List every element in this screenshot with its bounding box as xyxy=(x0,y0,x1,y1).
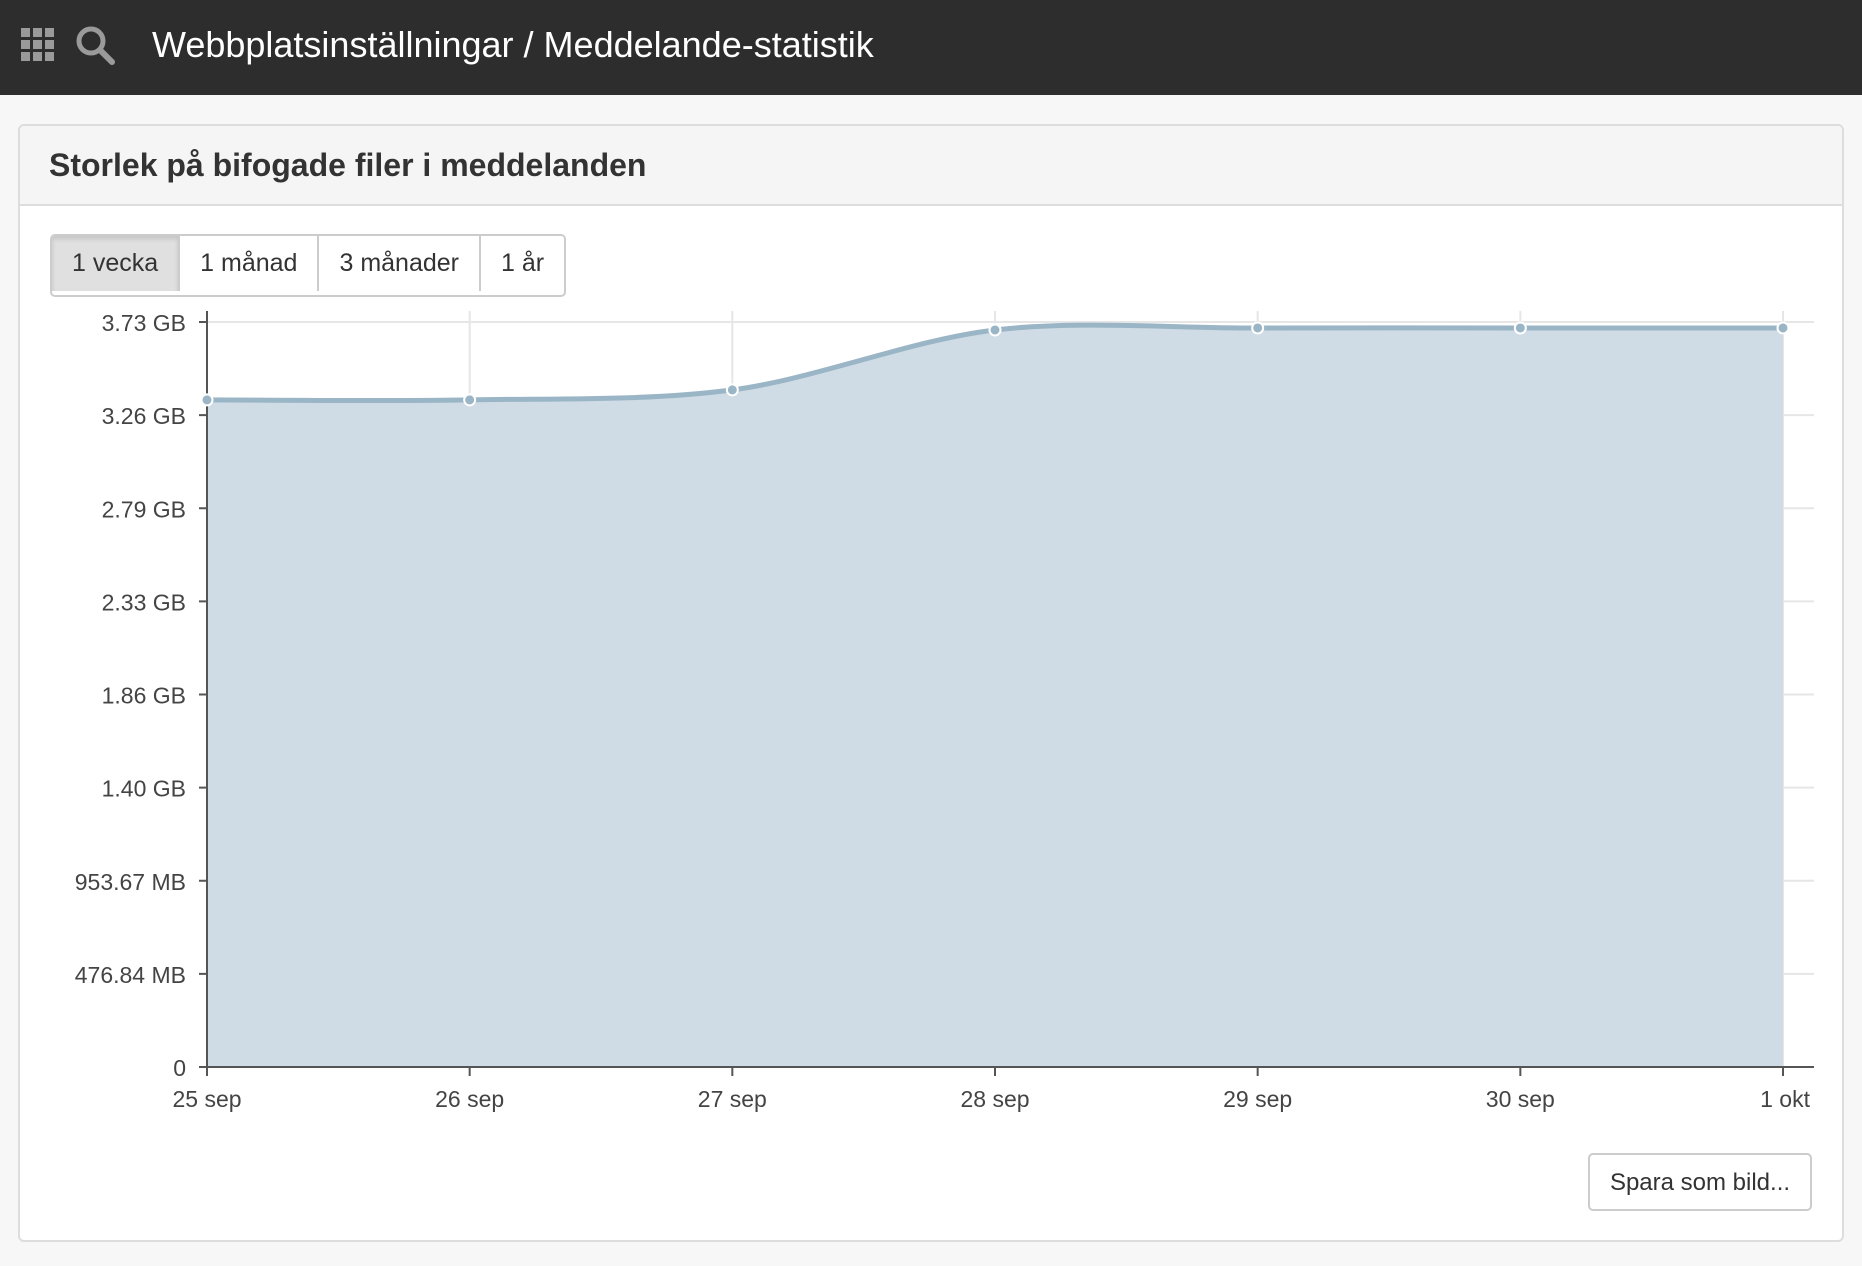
save-as-image-button[interactable]: Spara som bild... xyxy=(1588,1153,1812,1211)
data-point xyxy=(725,383,739,397)
area-chart: 0 476.84 MB 953.67 MB 1.40 GB 1.86 GB 2.33 GB… xyxy=(75,310,1814,1112)
data-point xyxy=(463,393,477,407)
data-point xyxy=(1251,321,1265,335)
y-tick-label: 476.84 MB xyxy=(75,962,186,988)
y-tick-label: 2.79 GB xyxy=(102,496,186,522)
data-point xyxy=(1513,321,1527,335)
y-tick-label: 3.26 GB xyxy=(102,403,186,429)
x-tick-label: 25 sep xyxy=(172,1086,241,1112)
x-tick-label: 28 sep xyxy=(960,1086,1029,1112)
y-tick-label: 1.86 GB xyxy=(102,683,186,709)
data-point xyxy=(200,393,214,407)
x-tick-label: 1 okt xyxy=(1760,1086,1810,1112)
x-tick-label: 27 sep xyxy=(698,1086,767,1112)
x-tick-label: 29 sep xyxy=(1223,1086,1292,1112)
y-tick-label: 3.73 GB xyxy=(102,310,186,336)
data-point xyxy=(1776,321,1790,335)
x-tick-label: 26 sep xyxy=(435,1086,504,1112)
y-tick-label: 0 xyxy=(173,1055,186,1081)
y-tick-label: 1.40 GB xyxy=(102,776,186,802)
y-tick-label: 953.67 MB xyxy=(75,869,186,895)
series-area xyxy=(207,325,1783,1067)
y-tick-label: 2.33 GB xyxy=(102,589,186,615)
x-tick-label: 30 sep xyxy=(1486,1086,1555,1112)
data-point xyxy=(988,323,1002,337)
